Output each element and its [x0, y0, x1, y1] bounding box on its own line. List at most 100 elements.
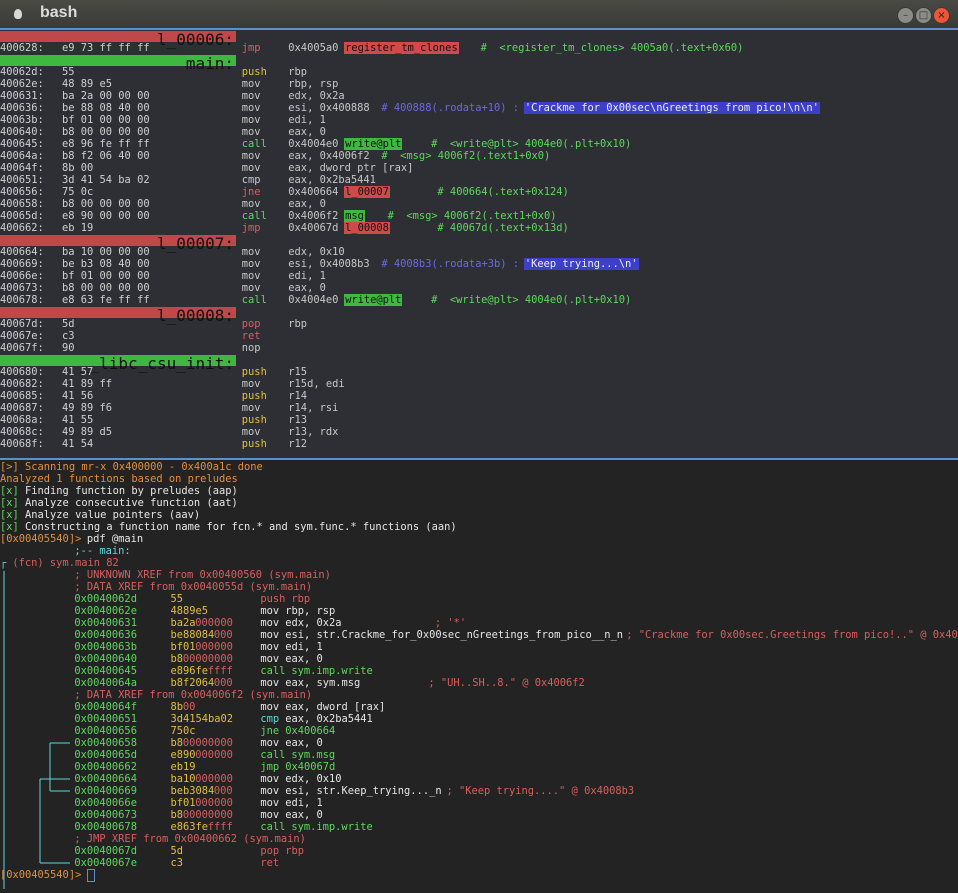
disasm-line[interactable]: 40064f: 8b 00 mov eax, dword ptr [rax]: [0, 162, 958, 174]
disasm-row[interactable]: 0x00400662 eb19 jmp 0x40067d: [0, 761, 958, 773]
disasm-line[interactable]: 40067e: c3 ret: [0, 330, 958, 342]
disasm-row[interactable]: 0x0040067d 5d pop rbp: [0, 845, 958, 857]
disasm-row[interactable]: 0x00400658 b8 00000000 mov eax, 0: [0, 737, 958, 749]
disasm-line[interactable]: 400662: eb 19 jmp 0x40067d l_00008 # 40067d(…: [0, 222, 958, 234]
disasm-row[interactable]: 0x0040064f 8b 00 mov eax, dword [rax]: [0, 701, 958, 713]
disasm-line[interactable]: 400628: e9 73 ff ff ff jmp 0x4005a0 register…: [0, 42, 958, 54]
operand: eax, 0: [285, 737, 323, 749]
bytes: 41 89 ff: [62, 378, 113, 390]
disasm-line[interactable]: 400678: e8 63 fe ff ff call 0x4004e0 write@p…: [0, 294, 958, 306]
radare2-console-pane[interactable]: [>] Scanning mr-x 0x400000 - 0x400a1c do…: [0, 460, 958, 893]
bytes: 41 57: [62, 366, 94, 378]
disasm-line[interactable]: 40067d: 5d pop rbp: [0, 318, 958, 330]
disasm-line[interactable]: 40068c: 49 89 d5 mov r13, rdx: [0, 426, 958, 438]
operand: eax, 0: [285, 809, 323, 821]
disasm-line[interactable]: 40068a: 41 55 push r13: [0, 414, 958, 426]
bytes: 75 0c: [62, 186, 94, 198]
address: 400687:: [0, 402, 44, 414]
address: 40063b:: [0, 114, 44, 126]
disasm-line[interactable]: 400656: 75 0c jne 0x400664 l_00007 # 400664(…: [0, 186, 958, 198]
disasm-row[interactable]: 0x0040062d 55 push rbp: [0, 593, 958, 605]
disasm-row[interactable]: 0x00400640 b8 00000000 mov eax, 0: [0, 653, 958, 665]
disasm-line[interactable]: 400687: 49 89 f6 mov r14, rsi: [0, 402, 958, 414]
disasm-row[interactable]: 0x0040067e c3 ret: [0, 857, 958, 869]
address: 40066e:: [0, 270, 44, 282]
bytes: b8 f2 06 40 00: [62, 150, 150, 162]
address: 0x0040065d: [74, 749, 137, 761]
address: 0x0040064f: [74, 701, 137, 713]
address: 400651:: [0, 174, 44, 186]
bytes: 49 89 f6: [62, 402, 113, 414]
disasm-line[interactable]: 40066e: bf 01 00 00 00 mov edi, 1: [0, 270, 958, 282]
disasm-row[interactable]: 0x0040062e 4889e5 mov rbp, rsp: [0, 605, 958, 617]
disasm-line[interactable]: 400680: 41 57 push r15: [0, 366, 958, 378]
disasm-line[interactable]: 40063b: bf 01 00 00 00 mov edi, 1: [0, 114, 958, 126]
disasm-row[interactable]: 0x0040066e bf01 000000 mov edi, 1: [0, 797, 958, 809]
disasm-line[interactable]: 40065d: e8 90 00 00 00 call 0x4006f2 msg # <…: [0, 210, 958, 222]
address: 400682:: [0, 378, 44, 390]
close-button[interactable]: ×: [933, 7, 950, 24]
disasm-row[interactable]: 0x00400664 ba10 000000 mov edx, 0x10: [0, 773, 958, 785]
bytes-lo: 000: [213, 629, 233, 641]
address: 0x00400678: [74, 821, 137, 833]
bytes-hi: ba2a: [170, 617, 196, 629]
disasm-row[interactable]: 0x0040064a b8f2064 000 mov eax, sym.msg ; "U…: [0, 677, 958, 689]
maximize-button[interactable]: □: [915, 7, 932, 24]
operand: esi, str.Keep_trying..._n: [285, 785, 442, 797]
text-cursor[interactable]: [86, 869, 95, 882]
disasm-line[interactable]: 400669: be b3 08 40 00 mov esi, 0x4008b3 # …: [0, 258, 958, 270]
disasm-line[interactable]: 40067f: 90 nop: [0, 342, 958, 354]
bytes-lo: 000000: [195, 749, 233, 761]
disasm-row[interactable]: 0x00400669 beb3084 000 mov esi, str.Keep_try…: [0, 785, 958, 797]
disasm-row[interactable]: 0x00400631 ba2a 000000 mov edx, 0x2a ; '*': [0, 617, 958, 629]
disasm-row[interactable]: 0x00400651 3d4154ba02 cmp eax, 0x2ba5441: [0, 713, 958, 725]
operand: r12: [288, 438, 308, 450]
mnemonic: jne: [241, 186, 261, 198]
mnemonic: call: [241, 138, 267, 150]
disasm-line[interactable]: 400664: ba 10 00 00 00 mov edx, 0x10: [0, 246, 958, 258]
disasm-line[interactable]: 400631: ba 2a 00 00 00 mov edx, 0x2a: [0, 90, 958, 102]
operand: 0x4004e0: [288, 294, 339, 306]
mnemonic: push: [241, 66, 267, 78]
bytes-hi: c3: [170, 857, 184, 869]
disasm-row[interactable]: 0x00400656 750c jne 0x400664: [0, 725, 958, 737]
disasm-line[interactable]: 400673: b8 00 00 00 00 mov eax, 0: [0, 282, 958, 294]
disasm-line[interactable]: 400640: b8 00 00 00 00 mov eax, 0: [0, 126, 958, 138]
disasm-row[interactable]: 0x00400673 b8 00000000 mov eax, 0: [0, 809, 958, 821]
disassembly-pane[interactable]: l_00006: 400628: e9 73 ff ff ff jmp 0x4005a0…: [0, 28, 958, 460]
disasm-row[interactable]: 0x00400678 e863fe ffff call sym.imp.write: [0, 821, 958, 833]
disasm-line[interactable]: 400651: 3d 41 54 ba 02 cmp eax, 0x2ba5441: [0, 174, 958, 186]
disasm-row[interactable]: 0x00400645 e896fe ffff call sym.imp.write: [0, 665, 958, 677]
disasm-row[interactable]: 0x00400636 be88084 000 mov esi, str.Crackme_…: [0, 629, 958, 641]
comment: # 400664(.text+0x124): [399, 186, 569, 198]
console-line: ;-- main:: [0, 545, 958, 557]
mnemonic: push: [241, 366, 267, 378]
address: 40062e:: [0, 78, 44, 90]
minimize-button[interactable]: –: [897, 7, 914, 24]
disasm-line[interactable]: 400645: e8 96 fe ff ff call 0x4004e0 write@p…: [0, 138, 958, 150]
address: 0x0040067d: [74, 845, 137, 857]
disasm-line[interactable]: 400658: b8 00 00 00 00 mov eax, 0: [0, 198, 958, 210]
disasm-row[interactable]: 0x0040065d e890 000000 call sym.msg: [0, 749, 958, 761]
disasm-line[interactable]: 400636: be 88 08 40 00 mov esi, 0x400888 # …: [0, 102, 958, 114]
disasm-line[interactable]: 400685: 41 56 push r14: [0, 390, 958, 402]
bytes: 55: [62, 66, 75, 78]
address: 0x00400656: [74, 725, 137, 737]
console-line: Analyzed 1 functions based on preludes: [0, 473, 958, 485]
mnemonic: jne: [260, 725, 280, 737]
address: 0x00400631: [74, 617, 137, 629]
disasm-line[interactable]: 40062d: 55 push rbp: [0, 66, 958, 78]
comment: # 400888(.rodata+10) :: [368, 102, 520, 114]
operand: eax, 0x2ba5441: [288, 174, 376, 186]
mnemonic: mov: [241, 162, 261, 174]
disasm-row[interactable]: 0x0040063b bf01 000000 mov edi, 1: [0, 641, 958, 653]
address: 400673:: [0, 282, 44, 294]
disasm-line[interactable]: 40068f: 41 54 push r12: [0, 438, 958, 450]
disasm-line[interactable]: 400682: 41 89 ff mov r15d, edi: [0, 378, 958, 390]
bytes-hi: ba10: [170, 773, 196, 785]
title-bar[interactable]: bash – □ ×: [0, 0, 958, 29]
disasm-line[interactable]: 40062e: 48 89 e5 mov rbp, rsp: [0, 78, 958, 90]
xref-comment: ; DATA XREF from 0x004006f2 (sym.main): [74, 689, 313, 701]
disasm-line[interactable]: 40064a: b8 f2 06 40 00 mov eax, 0x4006f2 # …: [0, 150, 958, 162]
prompt: [0x00405540]>: [0, 869, 82, 881]
